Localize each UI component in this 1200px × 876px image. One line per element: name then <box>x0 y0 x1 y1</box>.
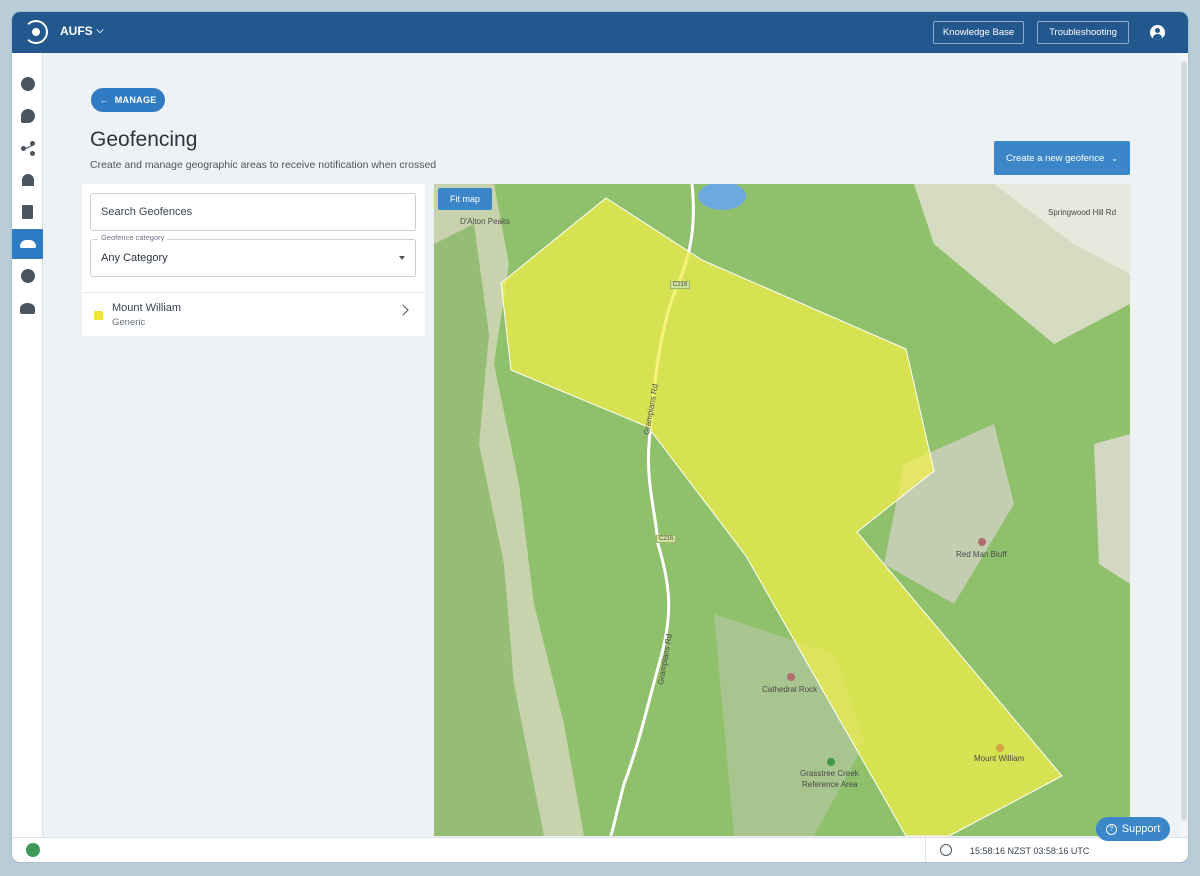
create-label: Create a new geofence <box>1006 152 1105 164</box>
caret-down-icon <box>399 256 405 260</box>
map-label-cathedral-rock: Cathedral Rock <box>762 685 818 694</box>
scrollbar[interactable] <box>1180 53 1188 837</box>
app-logo[interactable] <box>24 20 48 44</box>
fit-map-button[interactable]: Fit map <box>438 188 492 210</box>
peak-marker-icon <box>787 673 795 681</box>
chevron-right-icon <box>397 304 409 316</box>
arrow-left-icon: ← <box>99 95 109 105</box>
map-canvas[interactable] <box>434 184 1130 836</box>
sidebar-item-reports[interactable] <box>12 197 43 227</box>
map-label-red-man-bluff: Red Man Bluff <box>956 550 1007 559</box>
page-title: Geofencing <box>90 128 198 151</box>
map-label-mount-william: Mount William <box>974 754 1025 763</box>
peak-marker-icon <box>996 744 1004 752</box>
people-icon <box>20 302 35 314</box>
terrain-east <box>1094 434 1130 584</box>
user-account-icon[interactable] <box>1150 25 1165 40</box>
sidebar <box>12 53 43 837</box>
org-selector[interactable]: AUFS ⌵ <box>60 24 104 38</box>
org-label: AUFS <box>60 24 93 38</box>
sidebar-item-share[interactable] <box>12 133 43 163</box>
share-icon <box>20 141 35 155</box>
troubleshooting-button[interactable]: Troubleshooting <box>1037 21 1129 44</box>
category-select[interactable]: Any Category <box>90 239 416 277</box>
help-icon: ? <box>1105 823 1117 835</box>
geofence-name: Mount William <box>112 302 182 314</box>
page-subtitle: Create and manage geographic areas to re… <box>90 159 437 171</box>
sidebar-item-messages[interactable] <box>12 101 43 131</box>
peak-marker-icon <box>978 538 986 546</box>
geofence-type: Generic <box>112 317 146 328</box>
geofence-list-panel: Search Geofences Any Category Geofence c… <box>82 184 425 336</box>
scroll-thumb[interactable] <box>1181 61 1187 821</box>
clock: 15:58:16 NZST 03:58:16 UTC <box>970 846 1090 856</box>
map-label-springwood: Springwood Hill Rd <box>1048 208 1117 217</box>
sidebar-item-settings[interactable] <box>12 261 43 291</box>
globe-icon[interactable] <box>940 844 952 856</box>
chat-icon <box>20 109 35 123</box>
knowledge-base-button[interactable]: Knowledge Base <box>933 21 1024 44</box>
sidebar-item-geofencing[interactable] <box>12 229 43 259</box>
sidebar-item-map[interactable] <box>12 69 43 99</box>
divider <box>925 838 926 862</box>
chevron-down-icon: ⌄ <box>1111 153 1118 163</box>
sidebar-item-users[interactable] <box>12 293 43 323</box>
search-input[interactable]: Search Geofences <box>90 193 416 231</box>
map[interactable]: Fit map D'Alton Peaks Springwood Hill Rd… <box>434 184 1130 836</box>
top-bar: AUFS ⌵ Knowledge Base Troubleshooting <box>12 12 1188 53</box>
support-label: Support <box>1121 823 1161 835</box>
chevron-down-icon: ⌵ <box>96 24 104 35</box>
map-label-grasstree: Grasstree Creek <box>800 769 859 778</box>
status-logo-icon <box>26 843 40 857</box>
gear-icon <box>20 269 35 283</box>
list-item[interactable]: Mount William Generic <box>82 292 425 336</box>
back-to-manage-button[interactable]: ← MANAGE <box>91 88 165 112</box>
map-label-road-c216: C216 <box>656 535 677 543</box>
clipboard-icon <box>22 205 33 219</box>
map-label-grasstree-area: Reference Area <box>802 780 858 789</box>
park-marker-icon <box>827 758 835 766</box>
sidebar-item-groups[interactable] <box>12 165 43 195</box>
app-window: AUFS ⌵ Knowledge Base Troubleshooting ← … <box>12 12 1188 862</box>
geofence-icon <box>19 240 36 248</box>
create-geofence-button[interactable]: Create a new geofence ⌄ <box>994 141 1130 175</box>
group-icon <box>21 174 34 186</box>
geofence-color-swatch <box>94 311 103 320</box>
globe-icon <box>20 77 35 91</box>
status-bar: 15:58:16 NZST 03:58:16 UTC <box>12 837 1188 862</box>
category-label: Geofence category <box>98 233 168 242</box>
map-label-road-c216: C216 <box>670 281 691 289</box>
map-label-dalton: D'Alton Peaks <box>460 217 510 226</box>
back-label: MANAGE <box>114 95 157 105</box>
support-button[interactable]: ? Support <box>1096 817 1170 841</box>
category-value: Any Category <box>101 252 168 264</box>
